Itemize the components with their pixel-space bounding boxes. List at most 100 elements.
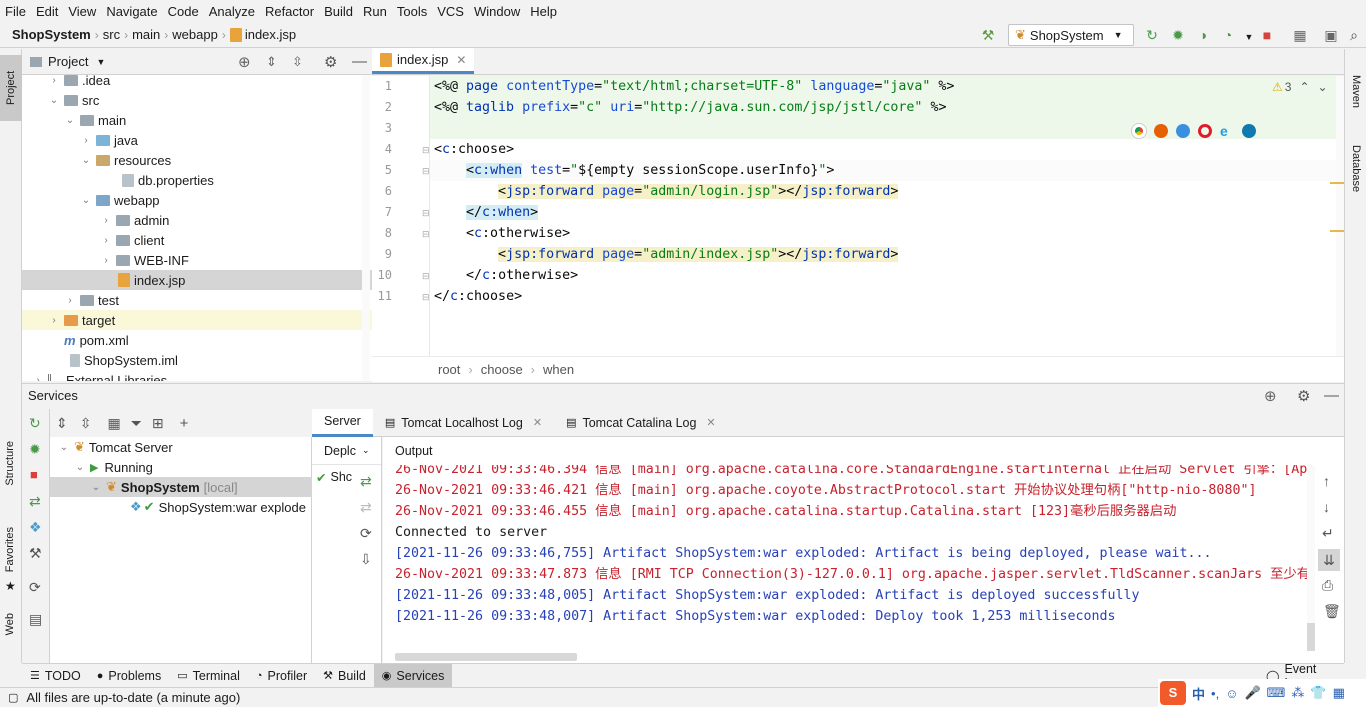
- coverage-icon[interactable]: ◑: [1194, 26, 1212, 44]
- wrench-icon[interactable]: ⚒: [29, 545, 42, 562]
- project-structure-icon[interactable]: ▦: [1291, 26, 1309, 44]
- rerun-icon[interactable]: ↻: [29, 415, 41, 432]
- menu-code[interactable]: Code: [163, 4, 204, 19]
- scroll-to-end-icon[interactable]: ⇊: [1318, 549, 1340, 571]
- menu-refactor[interactable]: Refactor: [260, 4, 319, 19]
- tree-item-shopsystem[interactable]: ⌄ ❦ ShopSystem [local]: [50, 477, 312, 497]
- artifact-icon[interactable]: ❖: [29, 519, 42, 536]
- edge-icon[interactable]: [1242, 124, 1256, 138]
- minimize-icon[interactable]: —: [1324, 387, 1339, 404]
- tree-item-java[interactable]: › java: [22, 130, 372, 150]
- breadcrumb-main[interactable]: main: [128, 27, 164, 42]
- gear-icon[interactable]: ⚙: [1297, 387, 1310, 405]
- tab-terminal[interactable]: ▭ Terminal: [169, 664, 248, 688]
- run-configuration-select[interactable]: ❦ ShopSystem ▼: [1008, 24, 1134, 46]
- tree-item-src[interactable]: ⌄ src: [22, 90, 372, 110]
- punctuation-icon[interactable]: •,: [1211, 686, 1219, 701]
- microphone-icon[interactable]: 🎤: [1244, 685, 1260, 701]
- filter-icon[interactable]: ⏷: [131, 415, 142, 432]
- chrome-icon[interactable]: [1132, 124, 1146, 138]
- minimize-icon[interactable]: —: [352, 53, 367, 70]
- editor-scrollbar[interactable]: [1330, 76, 1344, 356]
- tree-item-artifact[interactable]: ❖ ✔ ShopSystem:war explode: [50, 497, 312, 517]
- menu-file[interactable]: File: [0, 4, 31, 19]
- tab-index-jsp[interactable]: index.jsp ✕: [372, 48, 475, 74]
- status-icon[interactable]: ▢: [8, 691, 18, 704]
- tree-item-webapp[interactable]: ⌄ webapp: [22, 190, 372, 210]
- tree-item-admin[interactable]: › admin: [22, 210, 372, 230]
- shirt-icon[interactable]: 👕: [1310, 685, 1326, 701]
- tree-item-target[interactable]: › target: [22, 310, 372, 330]
- web-tool-tab[interactable]: Web: [4, 613, 16, 635]
- firefox-icon[interactable]: [1154, 124, 1168, 138]
- emoji-icon[interactable]: ☺: [1225, 686, 1238, 701]
- breadcrumb-project[interactable]: ShopSystem: [0, 27, 95, 42]
- download-icon[interactable]: ⇩: [360, 551, 372, 568]
- console-output[interactable]: 26-Nov-2021 09:33:46.394 信息 [main] org.a…: [383, 465, 1315, 651]
- deploy-icon[interactable]: ⇄: [29, 493, 41, 510]
- tree-scrollbar[interactable]: [362, 75, 370, 381]
- new-tab-icon[interactable]: ⊞: [152, 415, 164, 432]
- menu-tools[interactable]: Tools: [392, 4, 432, 19]
- tree-item-tomcat-server[interactable]: ⌄ ❦ Tomcat Server: [50, 437, 312, 457]
- menu-view[interactable]: View: [63, 4, 101, 19]
- menu-navigate[interactable]: Navigate: [101, 4, 162, 19]
- chevron-down-icon[interactable]: ▼: [1240, 28, 1258, 46]
- chevron-down-icon[interactable]: ▼: [96, 57, 105, 67]
- deploy-icon[interactable]: ⇄: [360, 473, 372, 490]
- menu-help[interactable]: Help: [525, 4, 562, 19]
- locate-icon[interactable]: ⊕: [1264, 387, 1277, 405]
- previous-highlight-icon[interactable]: ⌃: [1299, 80, 1309, 94]
- menu-edit[interactable]: Edit: [31, 4, 63, 19]
- stop-icon[interactable]: ■: [30, 467, 38, 482]
- project-panel-title[interactable]: Project: [48, 54, 88, 69]
- soft-wrap-icon[interactable]: ↵: [1322, 525, 1334, 542]
- tree-item-external-libraries[interactable]: › External Libraries: [22, 370, 372, 381]
- next-highlight-icon[interactable]: ⌄: [1318, 80, 1328, 94]
- crumb-root[interactable]: root: [438, 362, 460, 377]
- tree-item-iml[interactable]: ShopSystem.iml: [22, 350, 372, 370]
- keyboard-icon[interactable]: ⌨: [1267, 685, 1286, 701]
- ime-language[interactable]: 中: [1192, 684, 1205, 703]
- tree-item-index-jsp[interactable]: index.jsp: [22, 270, 372, 290]
- stop-icon[interactable]: ■: [1258, 26, 1276, 44]
- menu-build[interactable]: Build: [319, 4, 358, 19]
- layout-icon[interactable]: ▣: [1322, 26, 1340, 44]
- breadcrumb-file[interactable]: index.jsp: [245, 27, 300, 42]
- rerun-icon[interactable]: ↻: [1143, 26, 1161, 44]
- tree-item-web-inf[interactable]: › WEB-INF: [22, 250, 372, 270]
- expand-all-icon[interactable]: ⇕: [56, 415, 68, 432]
- opera-icon[interactable]: [1198, 124, 1212, 138]
- debug-icon[interactable]: ✹: [29, 441, 41, 458]
- fold-icon[interactable]: ⊟: [422, 229, 430, 240]
- close-icon[interactable]: ✕: [456, 53, 466, 67]
- layout-icon[interactable]: ▤: [29, 611, 42, 628]
- refresh-icon[interactable]: ⟳: [29, 579, 41, 596]
- grid-icon[interactable]: ▦: [1333, 685, 1345, 701]
- tab-server[interactable]: Server: [312, 408, 373, 437]
- tree-item-pom[interactable]: m pom.xml: [22, 330, 372, 350]
- undeploy-icon[interactable]: ⇄: [360, 499, 372, 516]
- search-icon[interactable]: ⌕: [1345, 26, 1363, 44]
- console-horizontal-scrollbar[interactable]: [383, 651, 1315, 663]
- tab-services[interactable]: ◉ Services: [373, 663, 453, 688]
- print-icon[interactable]: ⎙: [1322, 577, 1333, 594]
- code-editor[interactable]: <%@ page contentType="text/html;charset=…: [430, 76, 1336, 356]
- structure-tool-tab[interactable]: Structure: [4, 441, 16, 486]
- fold-icon[interactable]: ⊟: [422, 292, 430, 303]
- trash-icon[interactable]: 🗑: [1323, 603, 1341, 620]
- add-icon[interactable]: +: [180, 415, 189, 432]
- tab-tomcat-catalina-log[interactable]: ▤ Tomcat Catalina Log ✕: [554, 409, 728, 437]
- tab-tomcat-localhost-log[interactable]: ▤ Tomcat Localhost Log ✕: [373, 409, 554, 437]
- fold-icon[interactable]: ⊟: [422, 145, 430, 156]
- group-icon[interactable]: ▦: [107, 415, 120, 432]
- expand-all-icon[interactable]: ⇕: [266, 54, 277, 70]
- collapse-all-icon[interactable]: ⇳: [292, 54, 303, 70]
- chevron-down-icon[interactable]: ⌄: [362, 445, 370, 456]
- menu-window[interactable]: Window: [469, 4, 525, 19]
- arrow-up-icon[interactable]: ↑: [1323, 473, 1330, 489]
- safari-icon[interactable]: [1176, 124, 1190, 138]
- profile-icon[interactable]: ◔: [1219, 26, 1237, 44]
- menu-vcs[interactable]: VCS: [432, 4, 469, 19]
- refresh-icon[interactable]: ⟳: [360, 525, 372, 542]
